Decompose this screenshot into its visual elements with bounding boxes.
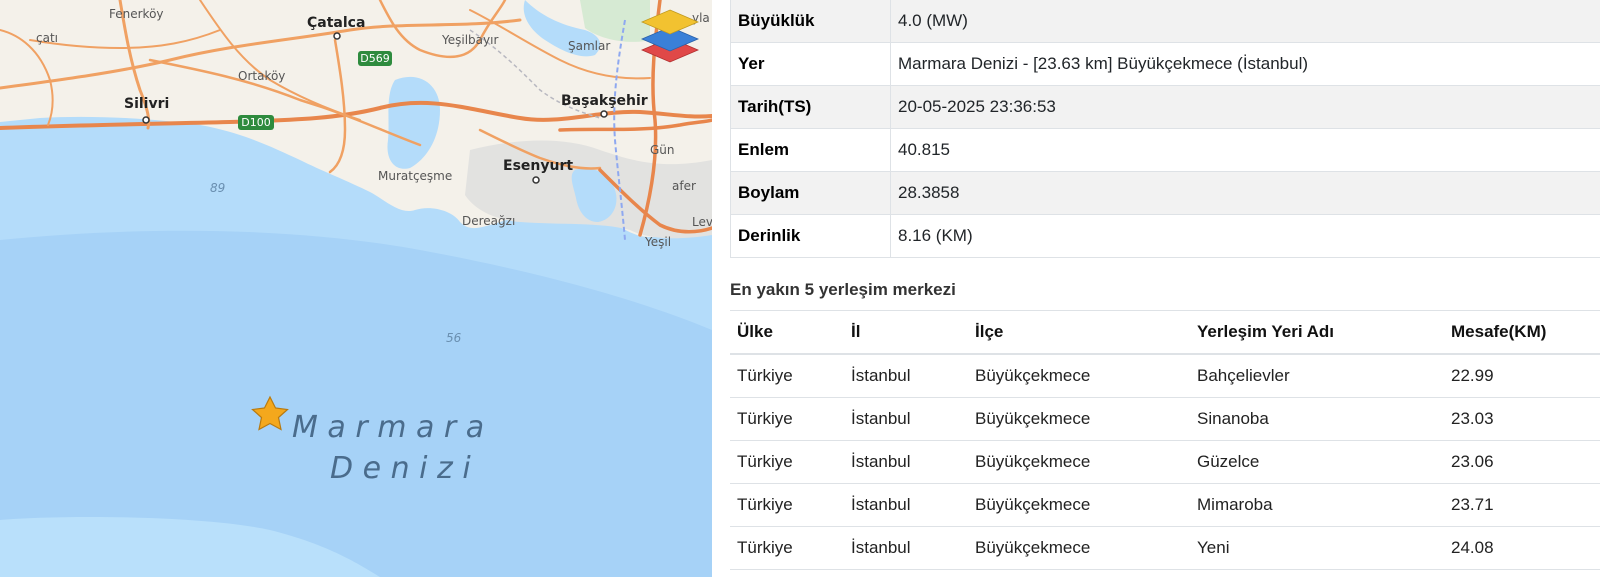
detail-row-magnitude: Büyüklük 4.0 (MW) xyxy=(730,0,1600,43)
cell-country: Türkiye xyxy=(730,440,844,484)
column-header-district: İlçe xyxy=(968,310,1190,355)
column-header-settlement: Yerleşim Yeri Adı xyxy=(1190,310,1444,355)
cell-country: Türkiye xyxy=(730,354,844,398)
detail-row-location: Yer Marmara Denizi - [23.63 km] Büyükçek… xyxy=(730,42,1600,86)
place-label: çatı xyxy=(36,31,58,45)
detail-label: Derinlik xyxy=(730,214,891,258)
nearest-settlements-table: Ülke İl İlçe Yerleşim Yeri Adı Mesafe(KM… xyxy=(730,310,1600,570)
cell-settlement: Yeni xyxy=(1190,526,1444,570)
depth-label: 89 xyxy=(210,181,225,195)
cell-country: Türkiye xyxy=(730,526,844,570)
cell-settlement: Güzelce xyxy=(1190,440,1444,484)
cell-district: Büyükçekmece xyxy=(968,354,1190,398)
nearest-settlements-title: En yakın 5 yerleşim merkezi xyxy=(730,280,956,299)
cell-distance: 23.71 xyxy=(1444,483,1600,527)
place-label: Fenerköy xyxy=(109,7,164,21)
depth-label: 56 xyxy=(446,331,462,345)
place-label: Dereağzı xyxy=(462,214,515,228)
cell-distance: 23.06 xyxy=(1444,440,1600,484)
detail-label: Büyüklük xyxy=(730,0,891,43)
table-row: Türkiye İstanbul Büyükçekmece Sinanoba 2… xyxy=(730,397,1600,441)
sea-name-line1: M a r m a r a xyxy=(292,410,484,445)
detail-label: Tarih(TS) xyxy=(730,85,891,129)
road-label-d100: D100 xyxy=(241,116,270,129)
details-table: Büyüklük 4.0 (MW) Yer Marmara Denizi - [… xyxy=(730,0,1600,258)
cell-district: Büyükçekmece xyxy=(968,440,1190,484)
table-row: Türkiye İstanbul Büyükçekmece Yeni 24.08 xyxy=(730,526,1600,570)
place-label: Ortaköy xyxy=(238,69,285,83)
cell-province: İstanbul xyxy=(844,526,968,570)
table-row: Türkiye İstanbul Büyükçekmece Mimaroba 2… xyxy=(730,483,1600,527)
detail-value: Marmara Denizi - [23.63 km] Büyükçekmece… xyxy=(890,42,1600,86)
cell-country: Türkiye xyxy=(730,483,844,527)
cell-district: Büyükçekmece xyxy=(968,397,1190,441)
cell-settlement: Sinanoba xyxy=(1190,397,1444,441)
earthquake-details-panel: Büyüklük 4.0 (MW) Yer Marmara Denizi - [… xyxy=(730,0,1600,577)
cell-settlement: Bahçelievler xyxy=(1190,354,1444,398)
place-label: Muratçeşme xyxy=(378,169,452,183)
place-label: Şamlar xyxy=(568,39,610,53)
road-shield-d100: D100 xyxy=(238,115,274,130)
epicenter-map[interactable]: D569 D100 Fenerköy çatı Yeşilbayır Şamla… xyxy=(0,0,712,577)
detail-row-date: Tarih(TS) 20-05-2025 23:36:53 xyxy=(730,85,1600,129)
cell-settlement: Mimaroba xyxy=(1190,483,1444,527)
column-header-distance: Mesafe(KM) xyxy=(1444,310,1600,355)
cell-distance: 24.08 xyxy=(1444,526,1600,570)
detail-value: 20-05-2025 23:36:53 xyxy=(890,85,1600,129)
cell-district: Büyükçekmece xyxy=(968,483,1190,527)
cell-distance: 23.03 xyxy=(1444,397,1600,441)
road-shield-d569: D569 xyxy=(358,51,392,66)
esenyurt-dot xyxy=(532,176,540,184)
cell-province: İstanbul xyxy=(844,440,968,484)
cell-distance: 22.99 xyxy=(1444,354,1600,398)
detail-value: 40.815 xyxy=(890,128,1600,172)
town-label-esenyurt: Esenyurt xyxy=(503,158,573,174)
basaksehir-dot xyxy=(600,110,608,118)
detail-value: 8.16 (KM) xyxy=(890,214,1600,258)
town-label-basaksehir: Başakşehir xyxy=(561,93,648,109)
catalca-dot xyxy=(333,32,341,40)
detail-row-longitude: Boylam 28.3858 xyxy=(730,171,1600,215)
cell-province: İstanbul xyxy=(844,483,968,527)
table-row: Türkiye İstanbul Büyükçekmece Güzelce 23… xyxy=(730,440,1600,484)
place-label: afer xyxy=(672,179,696,193)
cell-province: İstanbul xyxy=(844,397,968,441)
cell-district: Büyükçekmece xyxy=(968,526,1190,570)
detail-label: Yer xyxy=(730,42,891,86)
map-canvas[interactable]: D569 D100 Fenerköy çatı Yeşilbayır Şamla… xyxy=(0,0,712,577)
place-label: Lev xyxy=(692,215,712,229)
silivri-dot xyxy=(142,116,150,124)
detail-label: Enlem xyxy=(730,128,891,172)
town-label-catalca: Çatalca xyxy=(307,15,365,31)
road-label-d569: D569 xyxy=(360,52,389,65)
place-label: Gün xyxy=(650,143,675,157)
detail-value: 4.0 (MW) xyxy=(890,0,1600,43)
cell-province: İstanbul xyxy=(844,354,968,398)
sea-name-line2: D e n i z i xyxy=(330,451,471,486)
table-header-row: Ülke İl İlçe Yerleşim Yeri Adı Mesafe(KM… xyxy=(730,310,1600,355)
detail-value: 28.3858 xyxy=(890,171,1600,215)
table-row: Türkiye İstanbul Büyükçekmece Bahçelievl… xyxy=(730,354,1600,398)
place-label: Yeşilbayır xyxy=(441,33,498,47)
cell-country: Türkiye xyxy=(730,397,844,441)
column-header-country: Ülke xyxy=(730,310,844,355)
town-label-silivri: Silivri xyxy=(124,96,169,112)
detail-label: Boylam xyxy=(730,171,891,215)
place-label: Yeşil xyxy=(644,235,671,249)
column-header-province: İl xyxy=(844,310,968,355)
detail-row-latitude: Enlem 40.815 xyxy=(730,128,1600,172)
detail-row-depth: Derinlik 8.16 (KM) xyxy=(730,214,1600,258)
